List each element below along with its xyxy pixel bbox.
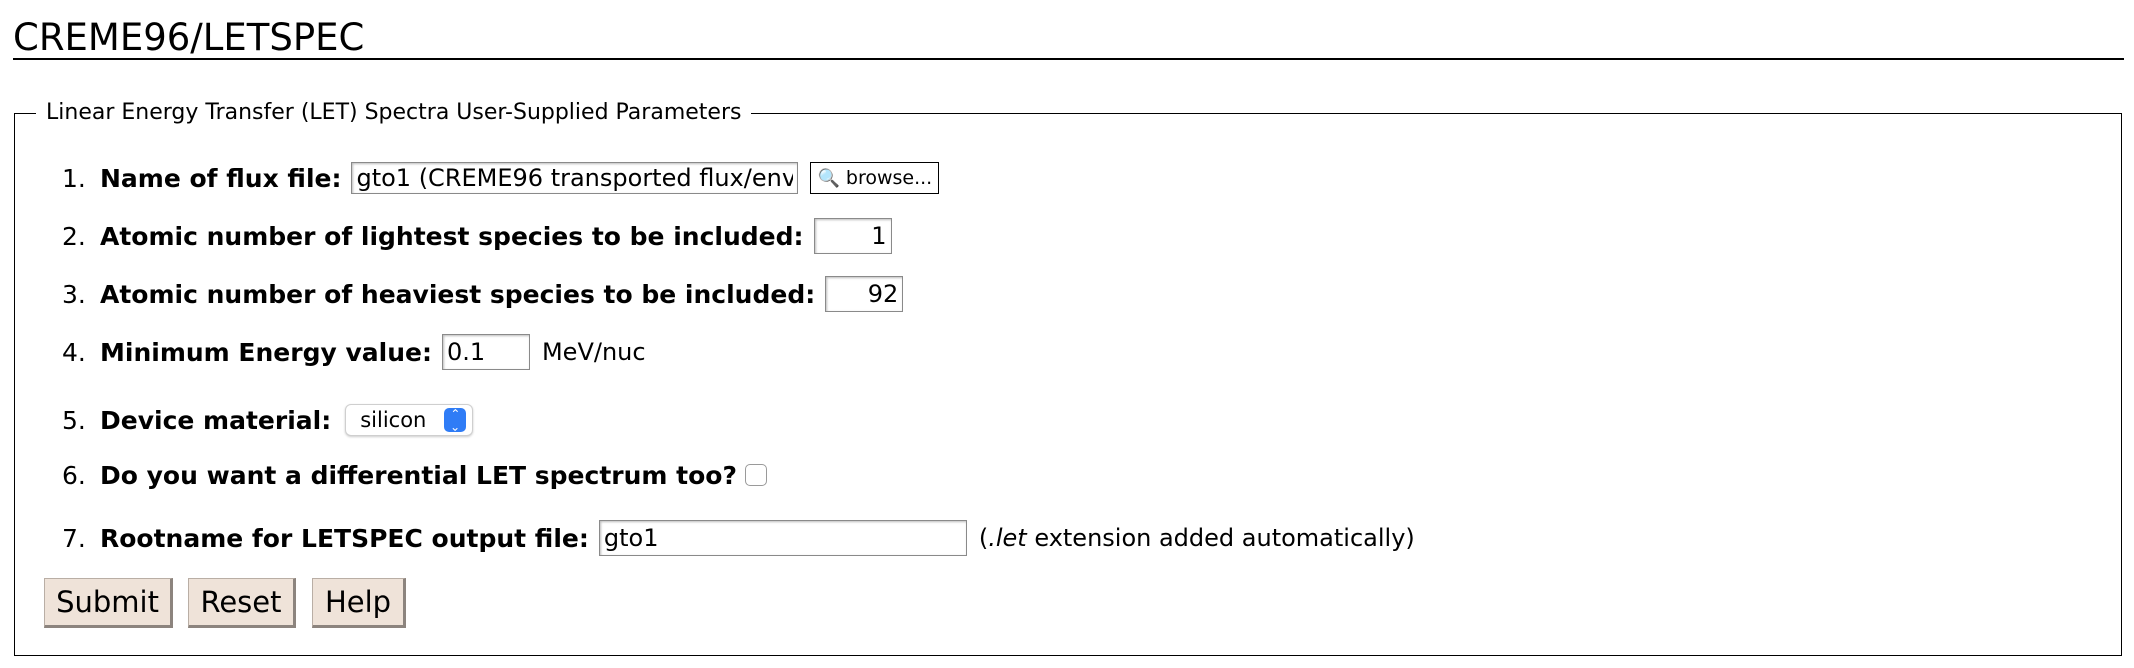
device-material-value: silicon bbox=[360, 408, 427, 432]
lightest-species-row: 2. Atomic number of lightest species to … bbox=[62, 216, 892, 256]
min-energy-label: Minimum Energy value: bbox=[100, 337, 432, 367]
submit-button[interactable]: Submit bbox=[44, 578, 173, 628]
rootname-input[interactable] bbox=[598, 520, 967, 556]
device-material-select[interactable]: silicon ⌃ ⌃ bbox=[345, 404, 474, 436]
item-number: 2. bbox=[62, 221, 86, 251]
note-prefix: ( bbox=[978, 524, 989, 552]
heaviest-species-label: Atomic number of heaviest species to be … bbox=[100, 279, 816, 309]
rootname-row: 7. Rootname for LETSPEC output file: (.l… bbox=[62, 518, 1415, 558]
device-material-row: 5. Device material: silicon ⌃ ⌃ bbox=[62, 400, 474, 440]
item-number: 7. bbox=[62, 523, 86, 553]
heaviest-species-input[interactable] bbox=[825, 276, 904, 312]
note-suffix: extension added automatically) bbox=[1026, 524, 1415, 552]
flux-file-input[interactable] bbox=[351, 162, 799, 194]
rootname-label: Rootname for LETSPEC output file: bbox=[100, 523, 589, 553]
help-button[interactable]: Help bbox=[312, 578, 406, 628]
flux-file-row: 1. Name of flux file: 🔍 browse... bbox=[62, 158, 940, 198]
lightest-species-label: Atomic number of lightest species to be … bbox=[100, 221, 804, 251]
device-material-label: Device material: bbox=[100, 405, 332, 435]
heaviest-species-row: 3. Atomic number of heaviest species to … bbox=[62, 274, 904, 314]
min-energy-input[interactable] bbox=[441, 334, 530, 370]
item-number: 5. bbox=[62, 405, 86, 435]
item-number: 6. bbox=[62, 460, 86, 490]
fieldset-legend: Linear Energy Transfer (LET) Spectra Use… bbox=[36, 100, 752, 126]
browse-button[interactable]: 🔍 browse... bbox=[810, 162, 940, 194]
note-extension: .let bbox=[988, 524, 1027, 552]
lightest-species-input[interactable] bbox=[813, 218, 892, 254]
updown-chevron-icon: ⌃ ⌃ bbox=[444, 408, 467, 433]
differential-spectrum-row: 6. Do you want a differential LET spectr… bbox=[62, 455, 767, 495]
item-number: 3. bbox=[62, 279, 86, 309]
page-title: CREME96/LETSPEC bbox=[13, 16, 365, 59]
min-energy-row: 4. Minimum Energy value: MeV/nuc bbox=[62, 332, 646, 372]
item-number: 1. bbox=[62, 163, 86, 193]
flux-file-label: Name of flux file: bbox=[100, 163, 342, 193]
title-rule bbox=[13, 58, 2124, 60]
differential-spectrum-label: Do you want a differential LET spectrum … bbox=[100, 460, 737, 490]
min-energy-unit: MeV/nuc bbox=[541, 338, 646, 366]
item-number: 4. bbox=[62, 337, 86, 367]
magnifier-icon: 🔍 bbox=[817, 167, 840, 189]
differential-spectrum-checkbox[interactable] bbox=[744, 464, 767, 486]
reset-button[interactable]: Reset bbox=[188, 578, 296, 628]
browse-button-label: browse... bbox=[845, 167, 933, 189]
rootname-note: (.let extension added automatically) bbox=[979, 524, 1415, 552]
